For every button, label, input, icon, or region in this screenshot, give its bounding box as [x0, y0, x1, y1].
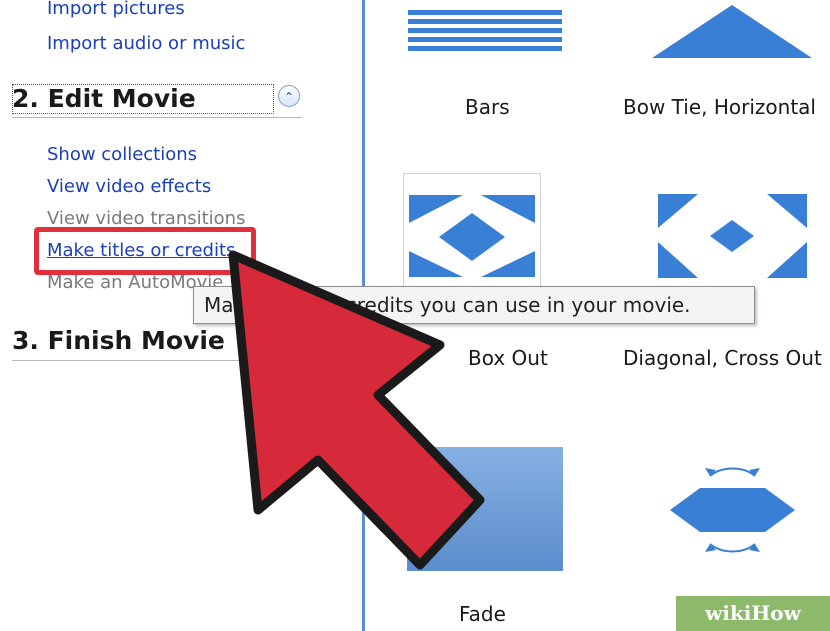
wikihow-watermark: wikiHow [676, 596, 830, 631]
pointer-arrow-icon [228, 250, 485, 570]
